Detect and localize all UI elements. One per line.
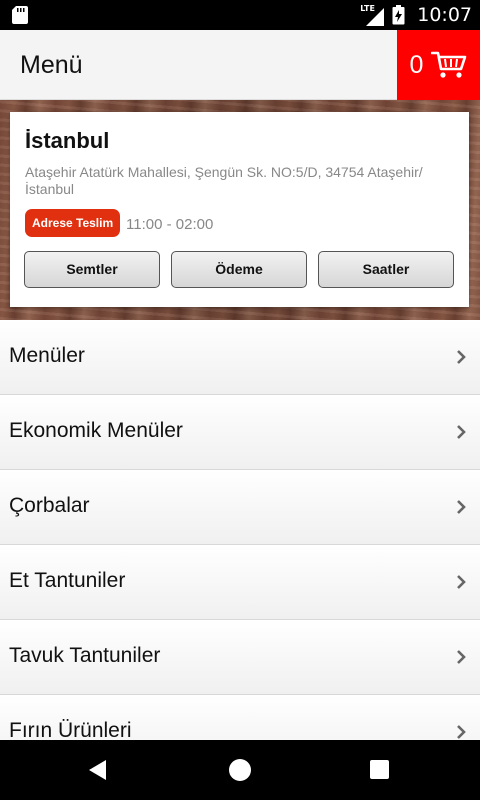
districts-button[interactable]: Semtler: [24, 251, 160, 288]
status-bar: LTE 10:07: [0, 0, 480, 30]
menu-item-label: Fırın Ürünleri: [9, 719, 132, 740]
delivery-badge: Adrese Teslim: [25, 209, 121, 237]
menu-item-label: Ekonomik Menüler: [9, 419, 183, 442]
app-header: Menü 0: [0, 30, 480, 100]
menu-item-et-tantuniler[interactable]: Et Tantuniler: [0, 545, 480, 620]
hero-banner: İstanbul Ataşehir Atatürk Mahallesi, Şen…: [0, 100, 480, 320]
clock: 10:07: [417, 4, 472, 26]
menu-item-firin-urunleri[interactable]: Fırın Ürünleri: [0, 695, 480, 740]
menu-category-list: Menüler Ekonomik Menüler Çorbalar Et Tan…: [0, 320, 480, 740]
signal-icon: [366, 8, 385, 26]
menu-item-label: Menüler: [9, 344, 85, 367]
chevron-right-icon: [457, 500, 466, 514]
chevron-right-icon: [457, 575, 466, 589]
chevron-right-icon: [457, 650, 466, 664]
sd-card-icon: [12, 6, 28, 24]
chevron-right-icon: [457, 350, 466, 364]
payment-button[interactable]: Ödeme: [171, 251, 307, 288]
chevron-right-icon: [457, 725, 466, 739]
hours-button[interactable]: Saatler: [318, 251, 454, 288]
network-indicator: LTE: [360, 4, 385, 26]
menu-item-label: Et Tantuniler: [9, 569, 126, 592]
back-icon[interactable]: [88, 759, 108, 781]
restaurant-info-card: İstanbul Ataşehir Atatürk Mahallesi, Şen…: [10, 112, 469, 307]
menu-item-label: Tavuk Tantuniler: [9, 644, 161, 667]
cart-count: 0: [409, 50, 424, 79]
battery-icon: [392, 5, 405, 25]
restaurant-address: Ataşehir Atatürk Mahallesi, Şengün Sk. N…: [25, 164, 423, 197]
home-icon[interactable]: [229, 759, 251, 781]
menu-item-ekonomik-menuler[interactable]: Ekonomik Menüler: [0, 395, 480, 470]
menu-item-tavuk-tantuniler[interactable]: Tavuk Tantuniler: [0, 620, 480, 695]
shopping-cart-icon: [431, 51, 467, 78]
chevron-right-icon: [457, 425, 466, 439]
navigation-bar: [0, 740, 480, 800]
menu-item-label: Çorbalar: [9, 494, 90, 517]
page-title: Menü: [20, 51, 83, 79]
menu-item-menuler[interactable]: Menüler: [0, 320, 480, 395]
recent-apps-icon[interactable]: [370, 760, 389, 779]
menu-item-corbalar[interactable]: Çorbalar: [0, 470, 480, 545]
cart-button[interactable]: 0: [397, 30, 480, 100]
opening-hours: 11:00 - 02:00: [126, 216, 214, 233]
restaurant-city: İstanbul: [25, 128, 110, 153]
